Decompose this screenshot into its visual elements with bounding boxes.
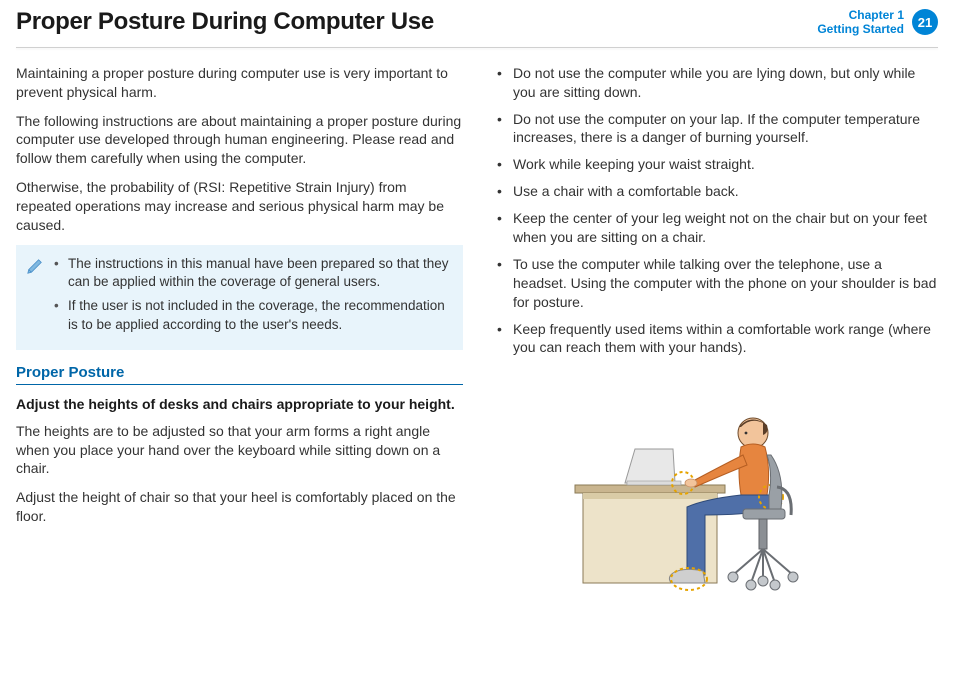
list-item: Do not use the computer while you are ly… bbox=[491, 64, 938, 102]
body-paragraph-4: The heights are to be adjusted so that y… bbox=[16, 422, 463, 479]
intro-paragraph-1: Maintaining a proper posture during comp… bbox=[16, 64, 463, 102]
left-column: Maintaining a proper posture during comp… bbox=[16, 64, 463, 616]
list-item: Use a chair with a comfortable back. bbox=[491, 182, 938, 201]
page-header: Proper Posture During Computer Use Chapt… bbox=[0, 0, 954, 47]
intro-paragraph-2: The following instructions are about mai… bbox=[16, 112, 463, 169]
sub-heading-adjust-heights: Adjust the heights of desks and chairs a… bbox=[16, 395, 463, 414]
chapter-text: Chapter 1 Getting Started bbox=[817, 8, 904, 37]
intro-paragraph-3: Otherwise, the probability of (RSI: Repe… bbox=[16, 178, 463, 235]
note-icon bbox=[26, 257, 44, 275]
body-paragraph-5: Adjust the height of chair so that your … bbox=[16, 488, 463, 526]
guidelines-list: Do not use the computer while you are ly… bbox=[491, 64, 938, 358]
note-box: The instructions in this manual have bee… bbox=[16, 245, 463, 350]
note-item: If the user is not included in the cover… bbox=[54, 297, 451, 333]
list-item: Do not use the computer on your lap. If … bbox=[491, 110, 938, 148]
list-item: Keep frequently used items within a comf… bbox=[491, 320, 938, 358]
header-divider bbox=[16, 47, 938, 48]
posture-illustration bbox=[491, 375, 938, 615]
section-heading-proper-posture: Proper Posture bbox=[16, 364, 463, 385]
chapter-line1: Chapter 1 bbox=[817, 8, 904, 22]
chapter-block: Chapter 1 Getting Started 21 bbox=[817, 8, 938, 37]
page-title: Proper Posture During Computer Use bbox=[16, 8, 434, 36]
list-item: To use the computer while talking over t… bbox=[491, 255, 938, 312]
chapter-line2: Getting Started bbox=[817, 22, 904, 36]
page-number-badge: 21 bbox=[912, 9, 938, 35]
right-column: Do not use the computer while you are ly… bbox=[491, 64, 938, 616]
list-item: Work while keeping your waist straight. bbox=[491, 155, 938, 174]
list-item: Keep the center of your leg weight not o… bbox=[491, 209, 938, 247]
note-item: The instructions in this manual have bee… bbox=[54, 255, 451, 291]
content-area: Maintaining a proper posture during comp… bbox=[0, 54, 954, 616]
